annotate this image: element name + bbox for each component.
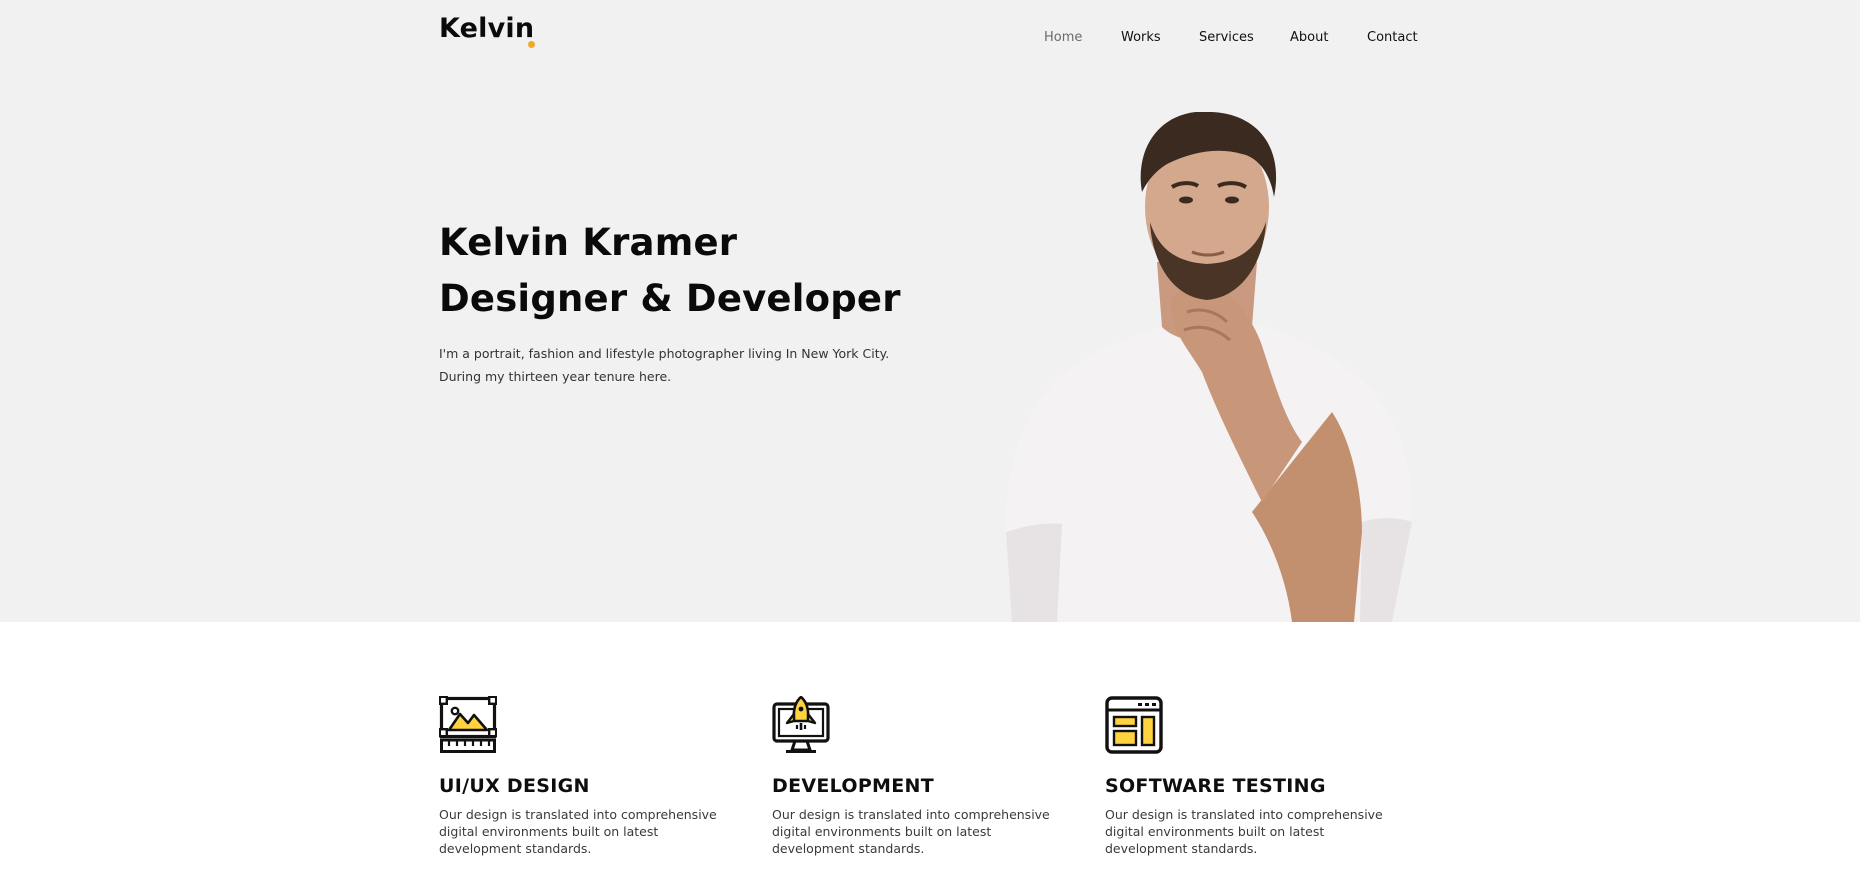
browser-layout-icon	[1105, 696, 1163, 754]
service-description: Our design is translated into comprehens…	[772, 807, 1050, 856]
nav-services[interactable]: Services	[1199, 30, 1254, 45]
nav-home[interactable]: Home	[1044, 30, 1082, 45]
design-frame-icon	[439, 696, 497, 753]
service-description: Our design is translated into comprehens…	[1105, 807, 1383, 856]
brand-logo[interactable]: Kelvin	[439, 13, 534, 44]
nav-about[interactable]: About	[1290, 30, 1328, 45]
portrait-photo	[1005, 112, 1413, 622]
hero-description-line-1: I'm a portrait, fashion and lifestyle ph…	[439, 346, 890, 361]
hero-title: Kelvin Kramer Designer & Developer	[439, 215, 901, 327]
monitor-rocket-icon	[772, 696, 830, 753]
service-title: UI/UX DESIGN	[439, 775, 590, 797]
service-card-uiux: UI/UX DESIGN Our design is translated in…	[439, 696, 749, 857]
brand-logo-dot	[528, 41, 535, 48]
hero-section: Kelvin Home Works Services About Contact…	[0, 0, 1860, 622]
nav-contact[interactable]: Contact	[1367, 30, 1418, 45]
service-title: DEVELOPMENT	[772, 775, 934, 797]
hero-title-role: Designer & Developer	[439, 277, 901, 320]
service-card-testing: SOFTWARE TESTING Our design is translate…	[1105, 696, 1415, 857]
hero-description-line-2: During my thirteen year tenure here.	[439, 369, 672, 384]
service-title: SOFTWARE TESTING	[1105, 775, 1326, 797]
nav-works[interactable]: Works	[1121, 30, 1161, 45]
hero-description: I'm a portrait, fashion and lifestyle ph…	[439, 342, 889, 388]
service-description: Our design is translated into comprehens…	[439, 807, 717, 856]
hero-title-name: Kelvin Kramer	[439, 221, 738, 264]
service-card-development: DEVELOPMENT Our design is translated int…	[772, 696, 1082, 857]
